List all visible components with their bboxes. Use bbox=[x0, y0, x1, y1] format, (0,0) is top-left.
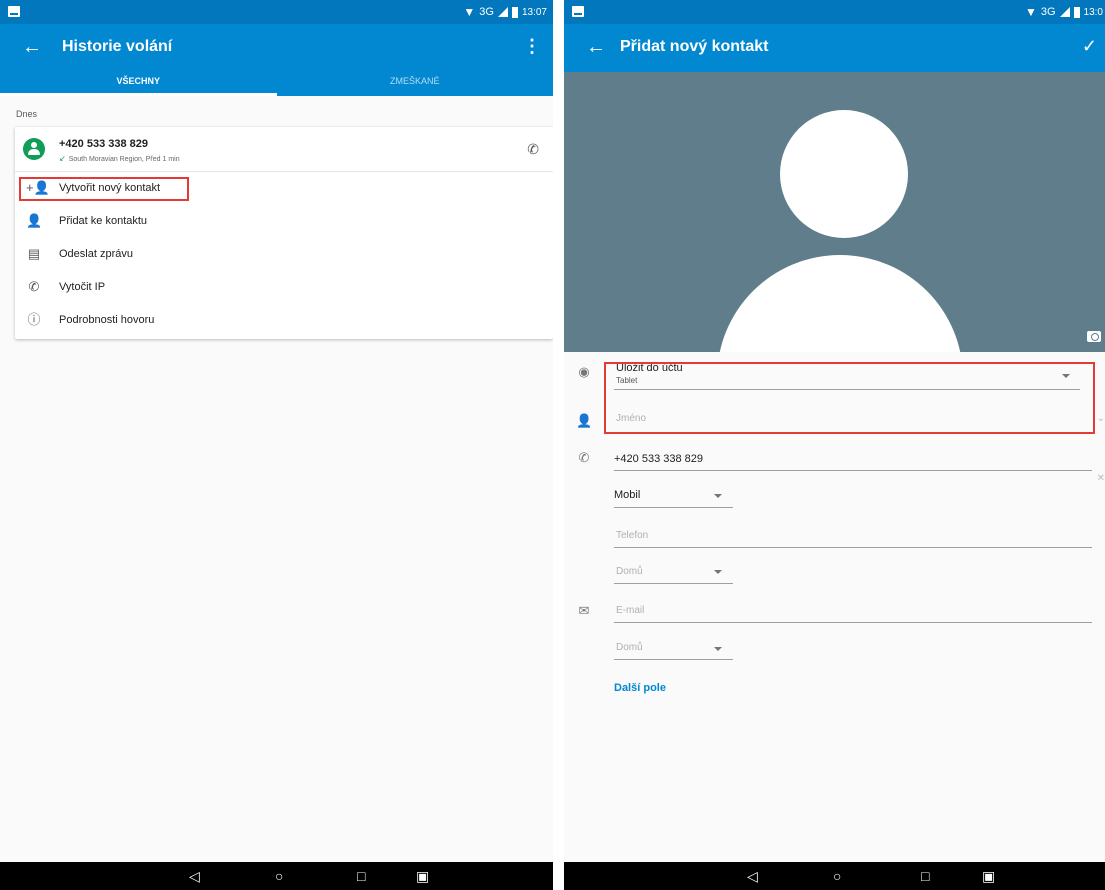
notification-icon bbox=[572, 6, 584, 17]
network-type: 3G bbox=[1040, 6, 1056, 18]
action-label: Přidat ke kontaktu bbox=[59, 215, 148, 227]
action-label: Vytočit IP bbox=[59, 281, 106, 293]
tab-missed[interactable]: ZMEŠKANÉ bbox=[277, 72, 554, 96]
signal-icon bbox=[497, 7, 508, 17]
person-icon: 👤 bbox=[576, 413, 593, 428]
save-check-icon[interactable]: ✓ bbox=[1082, 36, 1097, 57]
network-type: 3G bbox=[479, 6, 494, 18]
app-bar: ← Historie volání ⋮ bbox=[0, 24, 553, 72]
call-history-screen: ▼ 3G 13:07 ← Historie volání ⋮ VŠECHNY Z… bbox=[0, 0, 553, 890]
page-title: Historie volání bbox=[62, 38, 173, 55]
screen-divider bbox=[553, 0, 564, 890]
nav-home-icon[interactable]: ○ bbox=[275, 867, 283, 885]
notification-icon bbox=[8, 6, 20, 17]
nav-screenshot-icon[interactable]: ▣ bbox=[982, 867, 995, 885]
email-field[interactable]: E-mail bbox=[616, 605, 644, 616]
back-arrow-icon[interactable]: ← bbox=[22, 37, 42, 57]
overflow-menu-icon[interactable]: ⋮ bbox=[523, 36, 541, 57]
call-entry[interactable]: +420 533 338 829 ↙ South Moravian Region,… bbox=[15, 127, 553, 172]
phone-ip-icon: ✆ bbox=[28, 279, 40, 294]
account-icon: ◉ bbox=[578, 364, 590, 379]
phone-type-dropdown-arrow-icon[interactable] bbox=[714, 494, 722, 498]
status-bar: ▼ 3G 13:0 bbox=[564, 0, 1105, 24]
phone2-type-select[interactable]: Domů bbox=[616, 566, 643, 577]
email-icon: ✉ bbox=[578, 603, 590, 618]
more-fields-link[interactable]: Další pole bbox=[614, 682, 666, 694]
status-time: 13:0 bbox=[1083, 6, 1103, 18]
action-label: Podrobnosti hovoru bbox=[59, 314, 155, 326]
status-bar: ▼ 3G 13:07 bbox=[0, 0, 553, 24]
email-type-select[interactable]: Domů bbox=[616, 642, 643, 653]
info-icon: ⓘ bbox=[27, 312, 41, 327]
photo-placeholder-head bbox=[780, 110, 908, 238]
call-card: +420 533 338 829 ↙ South Moravian Region,… bbox=[15, 127, 553, 339]
highlight-box bbox=[19, 177, 189, 201]
action-label: Odeslat zprávu bbox=[59, 248, 133, 260]
action-dial-ip[interactable]: ✆ Vytočit IP bbox=[15, 271, 553, 304]
phone-icon: ✆ bbox=[578, 450, 590, 465]
action-call-details[interactable]: ⓘ Podrobnosti hovoru bbox=[15, 304, 553, 337]
phone2-field[interactable]: Telefon bbox=[616, 530, 648, 541]
battery-icon bbox=[511, 6, 518, 18]
person-icon: 👤 bbox=[26, 213, 43, 228]
expand-name-chevron-icon[interactable]: ⌄ bbox=[1097, 413, 1105, 424]
wifi-icon: ▼ bbox=[1024, 5, 1037, 19]
avatar bbox=[23, 138, 45, 160]
email-underline bbox=[614, 622, 1092, 623]
action-add-to-contact[interactable]: 👤 Přidat ke kontaktu bbox=[15, 205, 553, 238]
message-icon: ▤ bbox=[27, 246, 41, 261]
call-number: +420 533 338 829 bbox=[59, 138, 149, 150]
status-time: 13:07 bbox=[521, 6, 547, 18]
incoming-call-arrow-icon: ↙ bbox=[59, 154, 66, 163]
tab-bar: VŠECHNY ZMEŠKANÉ bbox=[0, 72, 553, 96]
navigation-bar: ◁ ○ □ ▣ bbox=[0, 862, 553, 890]
navigation-bar: ◁ ○ □ ▣ bbox=[564, 862, 1105, 890]
email-type-dropdown-arrow-icon[interactable] bbox=[714, 647, 722, 651]
remove-phone-icon[interactable]: ✕ bbox=[1097, 473, 1105, 484]
call-detail: South Moravian Region, Před 1 min bbox=[68, 156, 180, 163]
camera-icon[interactable] bbox=[1087, 331, 1101, 342]
app-bar: ← Přidat nový kontakt ✓ bbox=[564, 24, 1105, 72]
nav-back-icon[interactable]: ◁ bbox=[747, 867, 758, 885]
photo-placeholder-body bbox=[717, 255, 963, 352]
phone-underline bbox=[614, 470, 1092, 471]
page-title: Přidat nový kontakt bbox=[620, 38, 769, 55]
email-type-underline bbox=[614, 659, 733, 660]
nav-recents-icon[interactable]: □ bbox=[921, 867, 929, 885]
highlight-box bbox=[604, 362, 1095, 434]
tab-indicator bbox=[0, 93, 277, 96]
nav-back-icon[interactable]: ◁ bbox=[189, 867, 200, 885]
add-contact-screen: ▼ 3G 13:0 ← Přidat nový kontakt ✓ ◉ Ulož… bbox=[564, 0, 1105, 890]
nav-home-icon[interactable]: ○ bbox=[833, 867, 841, 885]
contact-photo[interactable] bbox=[564, 72, 1105, 352]
signal-icon bbox=[1059, 7, 1070, 17]
phone-type-underline bbox=[614, 507, 733, 508]
battery-icon bbox=[1073, 6, 1080, 18]
back-arrow-icon[interactable]: ← bbox=[586, 37, 606, 57]
section-label-today: Dnes bbox=[16, 109, 38, 119]
nav-recents-icon[interactable]: □ bbox=[357, 867, 365, 885]
phone2-type-dropdown-arrow-icon[interactable] bbox=[714, 570, 722, 574]
phone2-underline bbox=[614, 547, 1092, 548]
action-send-message[interactable]: ▤ Odeslat zprávu bbox=[15, 238, 553, 271]
phone-field[interactable]: +420 533 338 829 bbox=[614, 453, 703, 465]
phone-type-select[interactable]: Mobil bbox=[614, 489, 640, 501]
phone2-type-underline bbox=[614, 583, 733, 584]
nav-screenshot-icon[interactable]: ▣ bbox=[416, 867, 429, 885]
call-back-phone-icon[interactable]: ✆ bbox=[527, 141, 539, 158]
wifi-icon: ▼ bbox=[463, 5, 476, 19]
